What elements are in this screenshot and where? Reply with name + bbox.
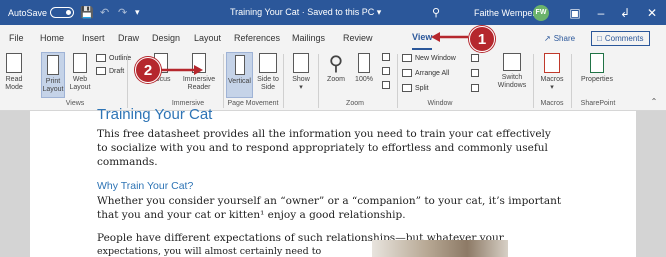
callout-1: 1 (469, 26, 495, 52)
callout-arrowhead-1 (431, 32, 440, 42)
callout-2: 2 (135, 57, 161, 83)
callout-arrows (160, 32, 468, 75)
callout-arrowhead-2 (194, 65, 203, 75)
